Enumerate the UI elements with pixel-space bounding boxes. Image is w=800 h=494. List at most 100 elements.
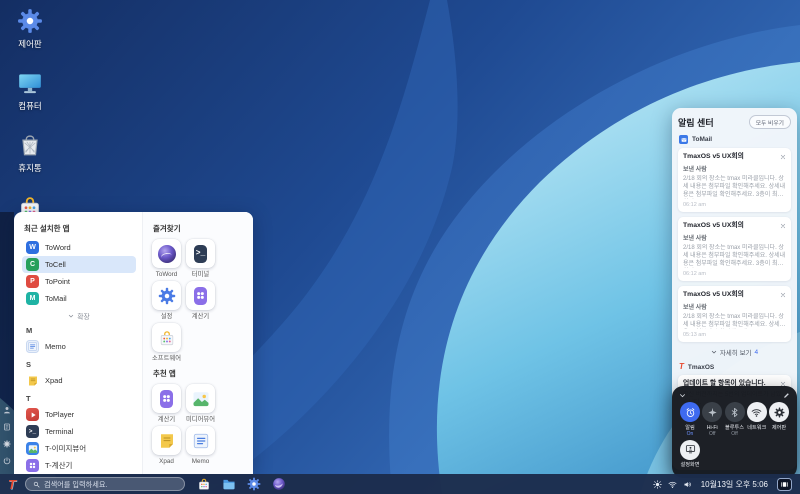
favorite-software[interactable]: 소프트웨어 bbox=[151, 323, 182, 362]
computer-monitor-icon bbox=[17, 70, 43, 96]
toggle-state: On bbox=[687, 431, 694, 437]
app-store-bag-icon[interactable] bbox=[197, 477, 211, 491]
toggle-hifi[interactable]: Hi-Fi Off bbox=[701, 402, 723, 437]
image-viewer-icon bbox=[26, 442, 39, 455]
toword-icon: W bbox=[26, 241, 39, 254]
tmaxos-logo-icon: T bbox=[679, 363, 684, 371]
section-letter: M bbox=[26, 326, 136, 335]
app-item-toword[interactable]: W ToWord bbox=[22, 239, 136, 256]
notification-title: TmaxOS v5 UX회의 bbox=[683, 222, 744, 230]
browser-icon[interactable] bbox=[272, 477, 286, 491]
recommended-header: 추천 앱 bbox=[153, 368, 247, 379]
recommended-xpad[interactable]: Xpad bbox=[151, 426, 182, 465]
desktop-icon-computer[interactable]: 컴퓨터 bbox=[6, 70, 54, 112]
notification-body: 2/18 회의 장소는 tmax 미라클입니다. 상세 내용은 첨부파일 확인해… bbox=[683, 244, 786, 268]
edit-pencil-icon[interactable] bbox=[783, 392, 790, 399]
alarm-icon bbox=[685, 407, 696, 418]
close-icon[interactable] bbox=[780, 154, 786, 160]
control-panel-gear-icon bbox=[17, 8, 43, 34]
quick-settings-panel: 알림 On Hi-Fi Off 블루투스 Off 네트워크 제어판 bbox=[672, 386, 797, 478]
notification-card[interactable]: TmaxOS v5 UX회의 보낸 사람 2/18 회의 장소는 tmax 미라… bbox=[678, 148, 791, 212]
app-item-toplayer[interactable]: ToPlayer bbox=[22, 406, 136, 423]
notification-card[interactable]: TmaxOS v5 UX회의 보낸 사람 2/18 회의 장소는 tmax 미라… bbox=[678, 286, 791, 342]
start-menu: 최근 설치한 앱 W ToWord C ToCell P ToPoint M T… bbox=[14, 212, 253, 474]
toggle-state: Off bbox=[731, 431, 738, 437]
xpad-icon bbox=[26, 374, 39, 387]
start-menu-app-list: 최근 설치한 앱 W ToWord C ToCell P ToPoint M T… bbox=[14, 212, 142, 474]
see-more-link[interactable]: 자세히 보기 4 bbox=[678, 347, 791, 357]
notification-title: TmaxOS v5 UX회의 bbox=[683, 291, 744, 299]
desktop-screen: 제어판 컴퓨터 휴지통 앱센터 알림 센터 모두 비우기 ToMail Tmax… bbox=[0, 0, 800, 494]
desktop-icon-control-panel[interactable]: 제어판 bbox=[6, 8, 54, 50]
app-item-tomail[interactable]: M ToMail bbox=[22, 290, 136, 307]
desktop-icon-label: 제어판 bbox=[18, 38, 41, 50]
app-item-memo[interactable]: Memo bbox=[22, 338, 136, 355]
notification-title: TmaxOS v5 UX회의 bbox=[683, 153, 744, 161]
toplayer-icon bbox=[26, 408, 39, 421]
app-item-calculator[interactable]: T-계산기 bbox=[22, 457, 136, 474]
notification-subtitle: 보낸 사람 bbox=[683, 302, 786, 311]
search-input[interactable] bbox=[44, 480, 177, 489]
favorite-calculator[interactable]: 계산기 bbox=[185, 281, 216, 320]
favorite-settings[interactable]: 설정 bbox=[151, 281, 182, 320]
power-icon[interactable] bbox=[3, 457, 11, 465]
toggle-state: Off bbox=[709, 431, 716, 437]
notification-center-title: 알림 센터 bbox=[678, 116, 714, 129]
taskbar-search[interactable] bbox=[25, 477, 185, 491]
settings-gear-icon bbox=[158, 287, 176, 305]
software-bag-icon bbox=[158, 329, 176, 347]
tocell-icon: C bbox=[26, 258, 39, 271]
memo-icon bbox=[26, 340, 39, 353]
favorites-header: 즐겨찾기 bbox=[153, 223, 247, 234]
notification-card[interactable]: TmaxOS v5 UX회의 보낸 사람 2/18 회의 장소는 tmax 미라… bbox=[678, 217, 791, 281]
desktop-icon-list: 제어판 컴퓨터 휴지통 앱센터 bbox=[6, 8, 54, 236]
bluetooth-icon bbox=[729, 407, 740, 418]
taskbar: T 10월13일 오후 5:06 bbox=[0, 474, 800, 494]
close-icon[interactable] bbox=[780, 223, 786, 229]
topoint-icon: P bbox=[26, 275, 39, 288]
desktop-icon-trash[interactable]: 휴지통 bbox=[6, 132, 54, 174]
toggle-settings-screen[interactable]: 설정화면 bbox=[679, 440, 701, 469]
settings-gear-icon[interactable] bbox=[3, 440, 11, 448]
favorite-toword[interactable]: ToWord bbox=[151, 239, 182, 278]
app-item-tocell-selected[interactable]: C ToCell bbox=[22, 256, 136, 273]
chevron-down-icon bbox=[711, 349, 717, 355]
xpad-icon bbox=[158, 432, 176, 450]
toggle-control-panel[interactable]: 제어판 bbox=[768, 402, 790, 437]
clear-all-button[interactable]: 모두 비우기 bbox=[749, 115, 791, 129]
section-letter: S bbox=[26, 360, 136, 369]
calculator-icon bbox=[160, 390, 173, 408]
calculator-icon bbox=[194, 287, 207, 305]
collapse-chevron-icon[interactable] bbox=[679, 392, 686, 399]
input-panel-icon[interactable] bbox=[777, 478, 792, 491]
recommended-media-viewer[interactable]: 미디어뷰어 bbox=[185, 384, 216, 423]
user-icon[interactable] bbox=[3, 406, 11, 414]
terminal-icon: >_ bbox=[194, 245, 207, 263]
app-item-topoint[interactable]: P ToPoint bbox=[22, 273, 136, 290]
control-panel-gear-icon bbox=[774, 407, 785, 418]
toggle-notifications[interactable]: 알림 On bbox=[679, 402, 701, 437]
expand-toggle[interactable]: 확장 bbox=[22, 311, 136, 321]
app-item-xpad[interactable]: Xpad bbox=[22, 372, 136, 389]
browser-icon bbox=[158, 245, 176, 263]
app-item-image-viewer[interactable]: T-이미지뷰어 bbox=[22, 440, 136, 457]
toggle-network[interactable]: 네트워크 bbox=[746, 402, 768, 437]
close-icon[interactable] bbox=[780, 292, 786, 298]
recommended-calculator[interactable]: 계산기 bbox=[151, 384, 182, 423]
favorite-terminal[interactable]: >_ 터미널 bbox=[185, 239, 216, 278]
recommended-memo[interactable]: Memo bbox=[185, 426, 216, 465]
toggle-bluetooth[interactable]: 블루투스 Off bbox=[724, 402, 746, 437]
media-viewer-icon bbox=[192, 390, 210, 408]
journal-icon[interactable] bbox=[3, 423, 11, 431]
brightness-icon[interactable] bbox=[653, 480, 662, 489]
wifi-icon[interactable] bbox=[668, 480, 677, 489]
control-panel-gear-icon[interactable] bbox=[247, 477, 261, 491]
file-manager-icon[interactable] bbox=[222, 477, 236, 491]
volume-icon[interactable] bbox=[683, 480, 692, 489]
network-icon bbox=[751, 407, 762, 418]
clock[interactable]: 10월13일 오후 5:06 bbox=[701, 479, 768, 490]
start-button-tmax-logo[interactable]: T bbox=[8, 478, 16, 491]
app-item-terminal[interactable]: >_ Terminal bbox=[22, 423, 136, 440]
start-menu-tiles: 즐겨찾기 ToWord >_ 터미널 설정 계산기 bbox=[142, 212, 253, 474]
recent-apps-header: 최근 설치한 앱 bbox=[24, 223, 136, 234]
